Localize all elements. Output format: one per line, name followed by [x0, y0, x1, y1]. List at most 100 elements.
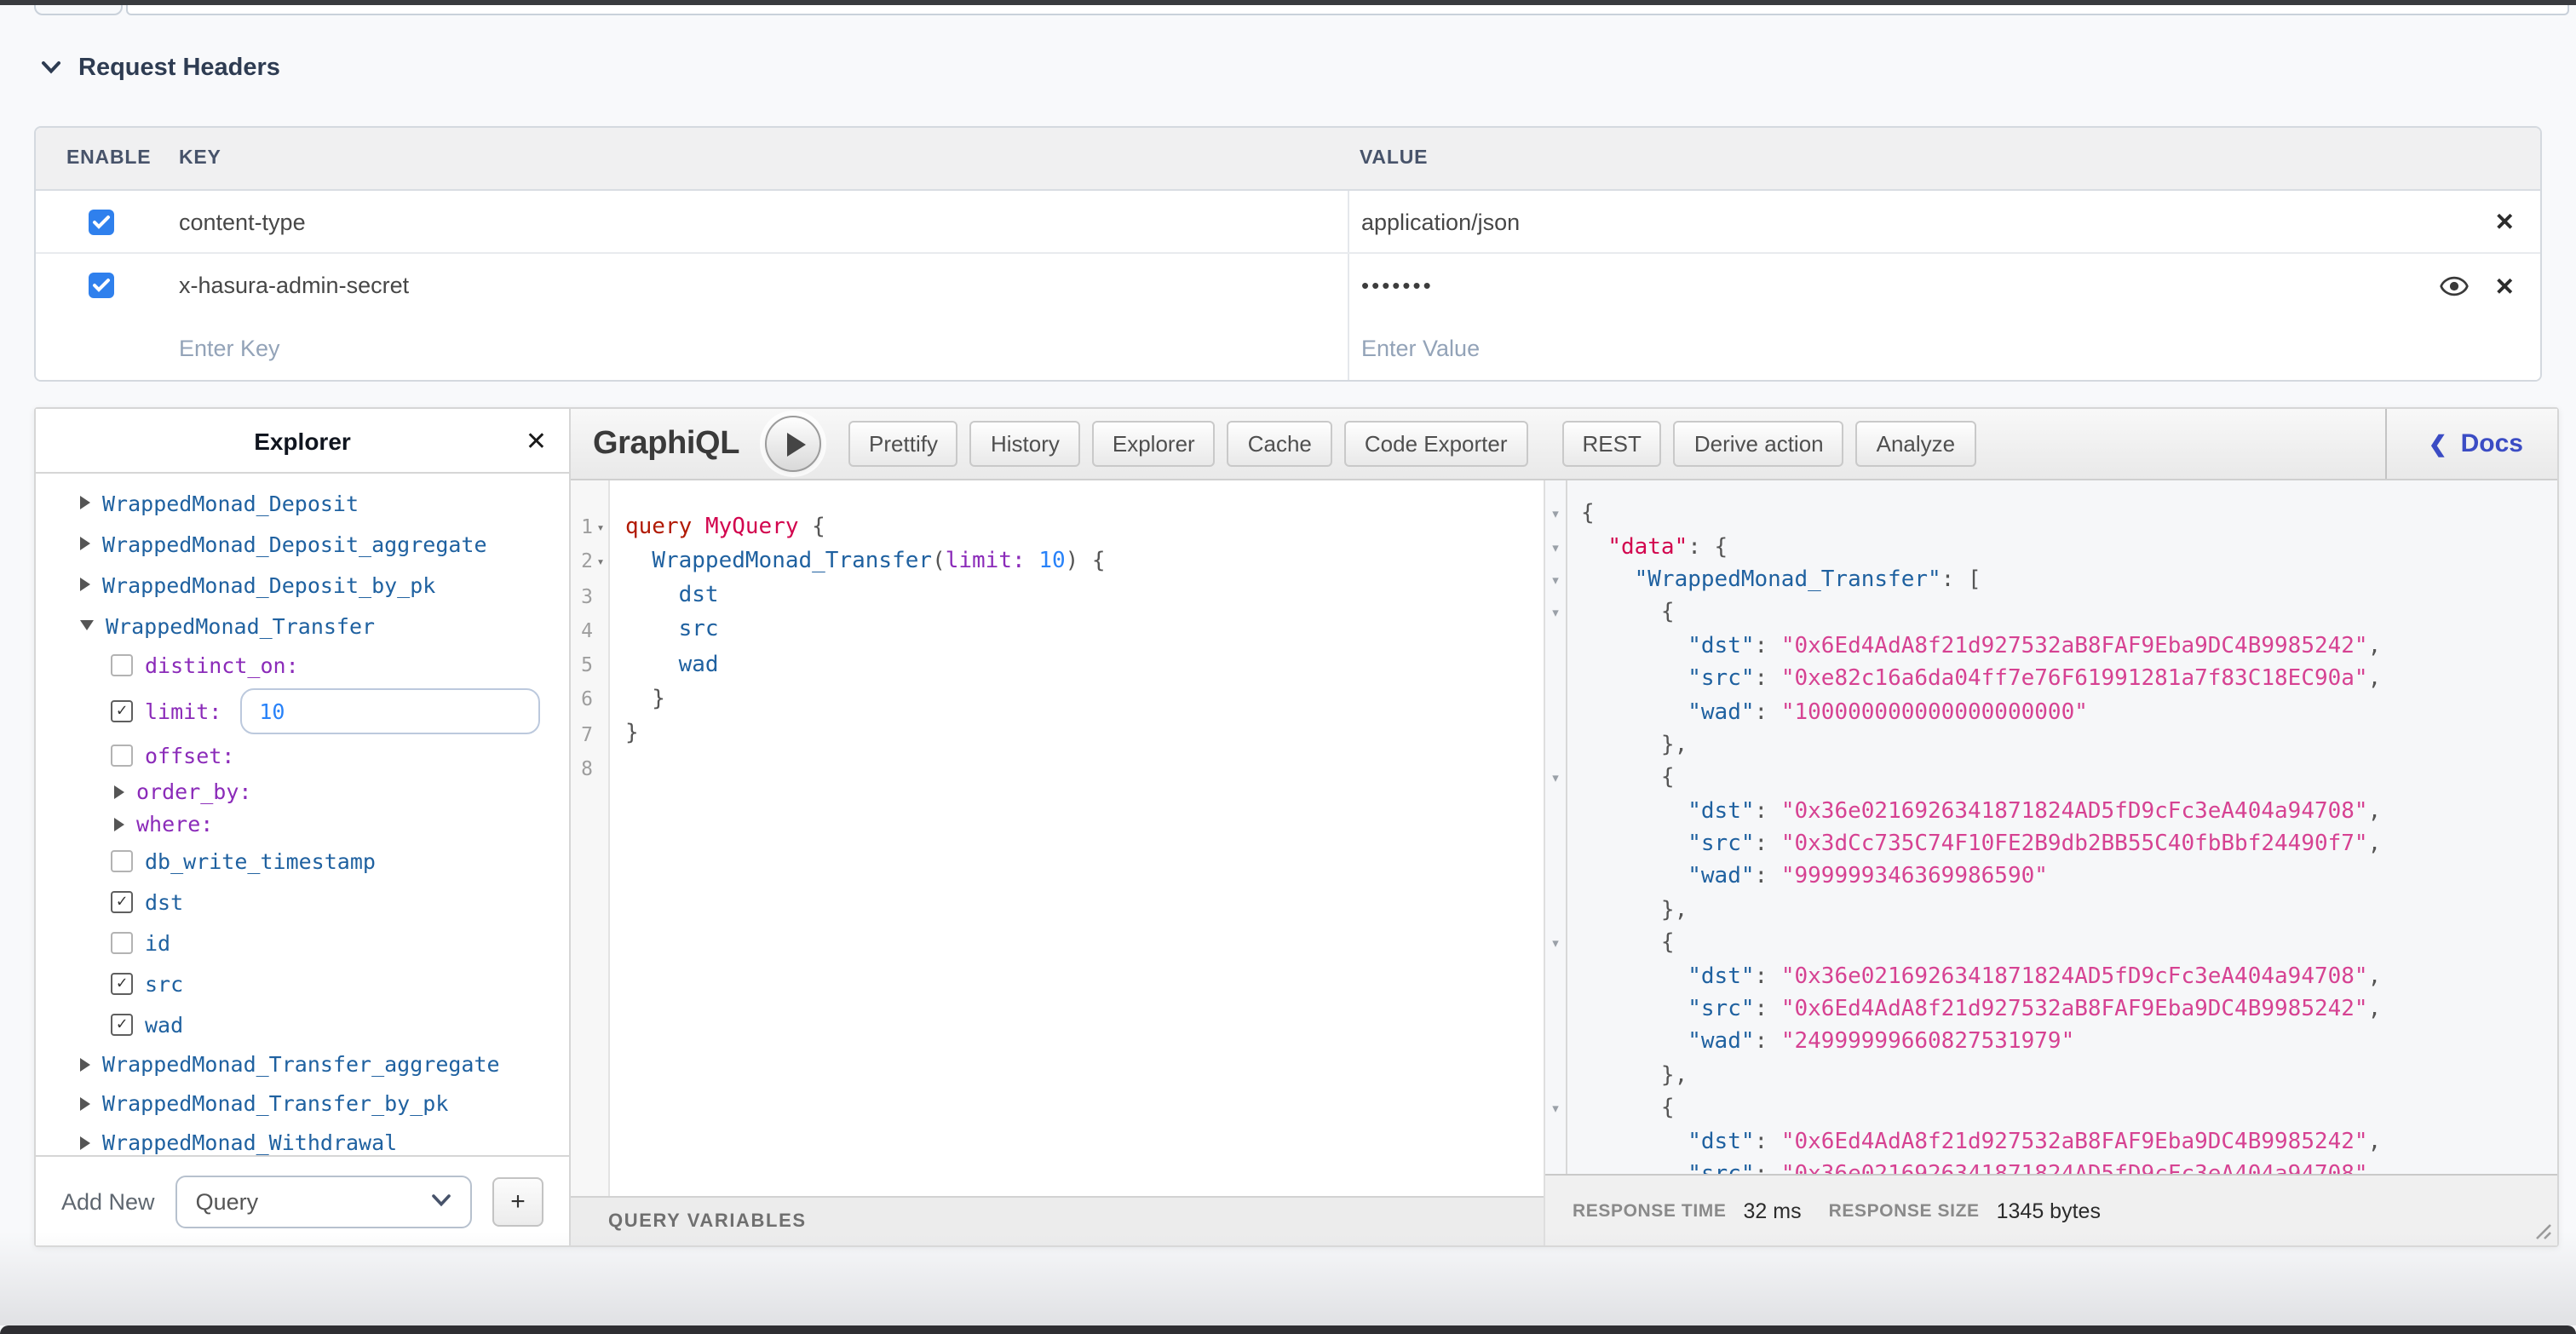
field-checkbox[interactable]: ✓ [111, 890, 133, 912]
toolbar-button-prettify[interactable]: Prettify [848, 421, 958, 467]
add-new-button[interactable]: + [492, 1176, 543, 1226]
docs-button[interactable]: ❮ Docs [2386, 409, 2557, 479]
explorer-field-wrappedmonad-deposit-aggregate[interactable]: WrappedMonad_Deposit_aggregate [36, 523, 569, 564]
field-checkbox[interactable] [111, 931, 133, 953]
explorer-field-wrappedmonad-withdrawal[interactable]: WrappedMonad_Withdrawal [36, 1123, 569, 1155]
explorer-arg-distinct-on: distinct_on: [36, 646, 569, 685]
toolbar-button-cache[interactable]: Cache [1228, 421, 1332, 467]
response-time-label: RESPONSE TIME [1573, 1200, 1727, 1221]
response-line: "wad": "100000000000000000000" [1581, 696, 2557, 729]
fold-arrow-icon[interactable]: ▾ [1545, 564, 1566, 597]
response-line: "dst": "0x6Ed4AdA8f21d927532aB8FAF9Eba9D… [1581, 630, 2557, 663]
fold-arrow-icon[interactable]: ▾ [1545, 531, 1566, 564]
header-value-field[interactable]: application/json✕ [1348, 191, 2540, 252]
response-status-bar: RESPONSE TIME 32 ms RESPONSE SIZE 1345 b… [1545, 1174, 2557, 1245]
explorer-item-label: offset: [145, 743, 234, 768]
explorer-tree: WrappedMonad_DepositWrappedMonad_Deposit… [36, 474, 569, 1155]
code-line: } [625, 716, 1544, 751]
resize-handle[interactable] [2533, 1222, 2552, 1240]
chevron-down-icon [431, 1194, 451, 1208]
field-checkbox[interactable]: ✓ [111, 1013, 133, 1035]
eye-icon[interactable] [2441, 275, 2470, 296]
explorer-close-icon[interactable]: ✕ [526, 425, 547, 456]
code-line [625, 751, 1544, 786]
add-new-type-select[interactable]: Query [175, 1175, 472, 1228]
explorer-item-label: WrappedMonad_Transfer [106, 612, 375, 638]
triangle-right-icon[interactable] [80, 1057, 90, 1071]
code-line: src [625, 613, 1544, 648]
header-key-field[interactable]: content-type [179, 191, 1348, 252]
explorer-field-src: ✓src [36, 963, 569, 1003]
explorer-item-label: WrappedMonad_Transfer_aggregate [102, 1051, 500, 1077]
fold-arrow-icon[interactable]: ▾ [593, 554, 608, 569]
fold-arrow-icon[interactable]: ▾ [593, 519, 608, 534]
toolbar-button-derive-action[interactable]: Derive action [1674, 421, 1844, 467]
toolbar-button-code-exporter[interactable]: Code Exporter [1344, 421, 1528, 467]
explorer-field-wrappedmonad-transfer-aggregate[interactable]: WrappedMonad_Transfer_aggregate [36, 1044, 569, 1084]
editor-code[interactable]: query MyQuery { WrappedMonad_Transfer(li… [610, 480, 1544, 1196]
field-checkbox[interactable] [111, 849, 133, 871]
explorer-arg-offset: offset: [36, 736, 569, 775]
new-header-key-input[interactable]: Enter Key [179, 317, 1348, 380]
triangle-right-icon[interactable] [80, 1096, 90, 1110]
triangle-right-icon[interactable] [80, 496, 90, 509]
response-line: "wad": "999999346369986590" [1581, 861, 2557, 894]
fold-arrow-icon[interactable]: ▾ [1545, 762, 1566, 795]
query-variables-toggle[interactable]: QUERY VARIABLES [571, 1196, 1544, 1245]
explorer-field-wrappedmonad-deposit-by-pk[interactable]: WrappedMonad_Deposit_by_pk [36, 564, 569, 605]
new-header-enable-cell [36, 317, 179, 380]
explorer-field-wrappedmonad-transfer[interactable]: WrappedMonad_Transfer [36, 605, 569, 646]
response-line: { [1581, 927, 2557, 960]
arg-checkbox[interactable] [111, 654, 133, 676]
response-line: "src": "0x6Ed4AdA8f21d927532aB8FAF9Eba9D… [1581, 993, 2557, 1026]
response-line: "dst": "0x36e0216926341871824AD5fD9cFc3e… [1581, 795, 2557, 828]
explorer-field-wrappedmonad-transfer-by-pk[interactable]: WrappedMonad_Transfer_by_pk [36, 1084, 569, 1123]
collapse-chevron-icon[interactable] [41, 61, 61, 75]
triangle-right-icon[interactable] [114, 817, 124, 831]
code-line: wad [625, 647, 1544, 682]
triangle-down-icon[interactable] [80, 620, 94, 630]
triangle-right-icon[interactable] [114, 785, 124, 798]
header-enable-checkbox[interactable] [89, 209, 114, 234]
header-key-field[interactable]: x-hasura-admin-secret [179, 254, 1348, 317]
response-line: "wad": "24999999660827531979" [1581, 1026, 2557, 1060]
response-line: "src": "0xe82c16a6da04ff7e76F61991281a7f… [1581, 663, 2557, 696]
toolbar-button-explorer[interactable]: Explorer [1092, 421, 1216, 467]
field-checkbox[interactable]: ✓ [111, 972, 133, 994]
editor-gutter: 1▾2▾345678 [571, 480, 610, 1196]
header-value-field[interactable]: •••••••✕ [1348, 254, 2540, 317]
arg-checkbox[interactable] [111, 745, 133, 767]
fold-arrow-icon[interactable]: ▾ [1545, 497, 1566, 531]
fold-arrow-icon[interactable]: ▾ [1545, 596, 1566, 630]
explorer-field-wrappedmonad-deposit[interactable]: WrappedMonad_Deposit [36, 482, 569, 523]
explorer-arg-order-by[interactable]: order_by: [36, 775, 569, 808]
triangle-right-icon[interactable] [80, 537, 90, 550]
triangle-right-icon[interactable] [80, 1136, 90, 1149]
fold-arrow-icon[interactable]: ▾ [1545, 927, 1566, 960]
arg-checkbox[interactable]: ✓ [111, 699, 133, 722]
response-line: "WrappedMonad_Transfer": [ [1581, 564, 2557, 597]
docs-label: Docs [2461, 429, 2523, 458]
header-enable-checkbox[interactable] [89, 273, 114, 298]
header-new-row: Enter Key Enter Value [36, 317, 2540, 380]
explorer-item-label: WrappedMonad_Transfer_by_pk [102, 1090, 448, 1116]
editor-line-number: 5 [571, 647, 608, 682]
toolbar-button-rest[interactable]: REST [1562, 421, 1662, 467]
toolbar-button-analyze[interactable]: Analyze [1856, 421, 1976, 467]
chevron-left-icon: ❮ [2429, 430, 2447, 457]
execute-query-button[interactable] [765, 416, 821, 472]
new-header-value-input[interactable]: Enter Value [1348, 317, 2540, 380]
explorer-arg-where[interactable]: where: [36, 808, 569, 840]
response-line: { [1581, 497, 2557, 531]
remove-header-icon[interactable]: ✕ [2495, 273, 2515, 297]
limit-value-input[interactable]: 10 [240, 687, 540, 733]
bottom-dock-bar [0, 1325, 2576, 1334]
editor-line-number: 7 [571, 716, 608, 751]
query-editor[interactable]: 1▾2▾345678 query MyQuery { WrappedMonad_… [571, 480, 1544, 1196]
code-line: } [625, 682, 1544, 717]
toolbar-button-history[interactable]: History [970, 421, 1080, 467]
triangle-right-icon[interactable] [80, 578, 90, 591]
remove-header-icon[interactable]: ✕ [2495, 210, 2515, 233]
play-icon [786, 432, 805, 456]
fold-arrow-icon[interactable]: ▾ [1545, 1092, 1566, 1125]
